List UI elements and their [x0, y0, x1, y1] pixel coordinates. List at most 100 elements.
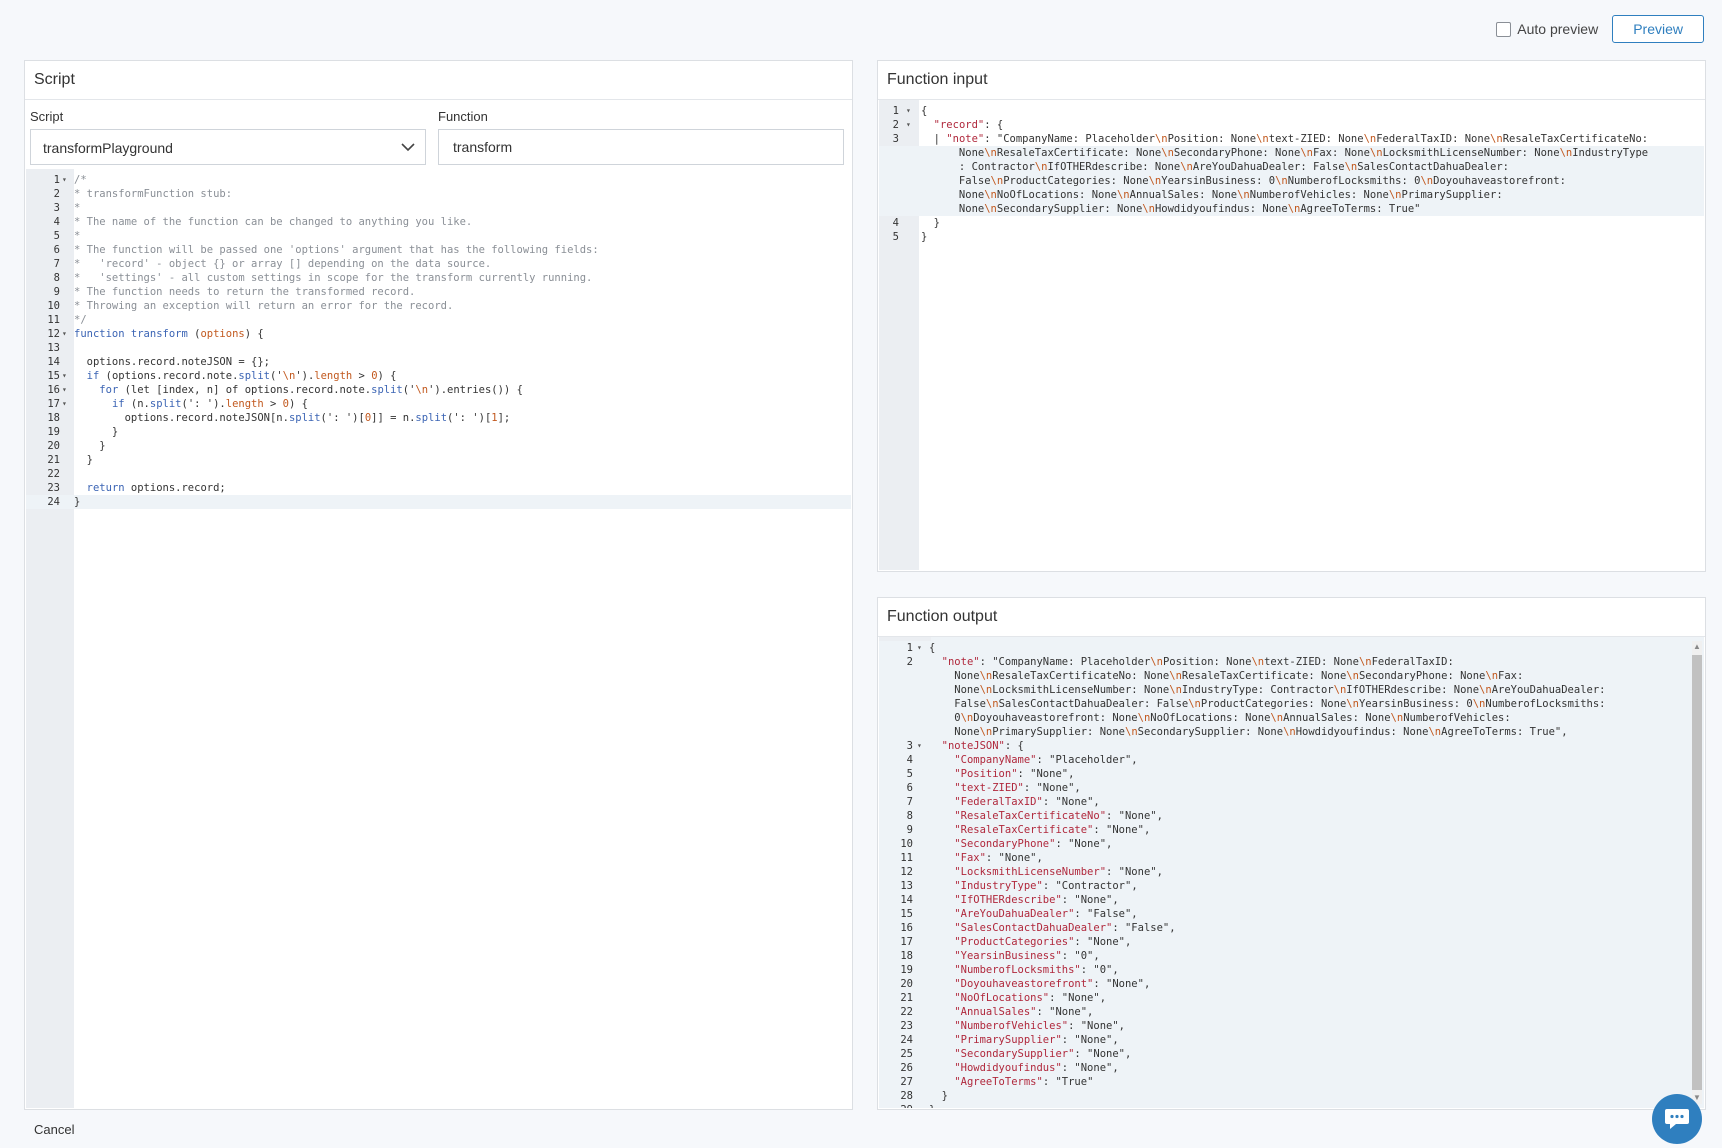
function-output-title: Function output: [878, 598, 1705, 637]
line-number: 4: [906, 754, 913, 766]
line-number: 22: [47, 468, 60, 480]
code-line: 1 ▾ /*: [26, 173, 851, 187]
preview-button[interactable]: Preview: [1612, 15, 1704, 43]
line-number: 2: [53, 188, 60, 200]
line-number: 21: [47, 454, 60, 466]
scrollbar-thumb[interactable]: [1692, 655, 1702, 1090]
code-text: "text-ZIED": "None",: [954, 782, 1081, 794]
auto-preview-checkbox[interactable]: [1496, 21, 1512, 37]
function-name-input[interactable]: [438, 129, 844, 165]
code-line: 16 ▾ for (let [index, n] of options.recor…: [26, 383, 851, 397]
code-text: }: [74, 496, 81, 508]
code-text: "SalesContactDahuaDealer": "False",: [954, 922, 1176, 934]
line-number: 1: [892, 105, 899, 117]
fold-toggle-icon[interactable]: ▾: [62, 369, 67, 383]
code-text: "SecondaryPhone": "None",: [954, 838, 1113, 850]
code-line: 5 "Position": "None",: [879, 767, 1704, 781]
fold-toggle-icon[interactable]: ▾: [62, 327, 67, 341]
fold-toggle-icon[interactable]: ▾: [62, 383, 67, 397]
code-text: }: [74, 440, 106, 452]
code-text: "Doyouhaveastorefront": "None",: [954, 978, 1151, 990]
line-number: 3: [892, 133, 899, 145]
code-line: 12 "LocksmithLicenseNumber": "None",: [879, 865, 1704, 879]
function-input-panel: Function input 1 ▾{2 ▾ "record": {3 | "not…: [877, 60, 1706, 572]
code-line: False\nSalesContactDahuaDealer: False\nP…: [879, 697, 1704, 711]
chat-widget-button[interactable]: [1652, 1094, 1702, 1144]
code-text: : Contractor\nIfOTHERdescribe: None\nAre…: [921, 161, 1509, 173]
code-line: 5}: [879, 230, 1704, 244]
code-text: "AreYouDahuaDealer": "False",: [954, 908, 1138, 920]
code-line: 25 "SecondarySupplier": "None",: [879, 1047, 1704, 1061]
code-line: 3 ▾ "noteJSON": {: [879, 739, 1704, 753]
fold-toggle-icon[interactable]: ▾: [917, 739, 922, 753]
function-field-label: Function: [438, 109, 488, 124]
fold-toggle-icon[interactable]: ▾: [906, 118, 911, 132]
fold-toggle-icon[interactable]: ▾: [906, 104, 911, 118]
function-output-panel: Function output 1 ▾ {2 "note": "CompanyNam…: [877, 597, 1706, 1110]
fold-toggle-icon[interactable]: ▾: [62, 397, 67, 411]
line-number: 29: [879, 1103, 913, 1108]
code-line: 8 "ResaleTaxCertificateNo": "None",: [879, 809, 1704, 823]
fold-toggle-icon[interactable]: ▾: [917, 641, 922, 655]
line-number: 5: [906, 768, 913, 780]
scroll-up-arrow-icon[interactable]: ▲: [1692, 641, 1702, 653]
code-text: "ProductCategories": "None",: [954, 936, 1132, 948]
line-number: 6: [906, 782, 913, 794]
code-line: 16 "SalesContactDahuaDealer": "False",: [879, 921, 1704, 935]
cancel-button[interactable]: Cancel: [34, 1122, 74, 1137]
code-line: 9 "ResaleTaxCertificate": "None",: [879, 823, 1704, 837]
code-line: 23 "NumberofVehicles": "None",: [879, 1019, 1704, 1033]
function-output-editor[interactable]: 1 ▾ {2 "note": "CompanyName: Placeholder\n…: [879, 637, 1704, 1108]
code-line: 12 ▾ function transform (options) {: [26, 327, 851, 341]
chat-bubble-icon: [1665, 1109, 1689, 1129]
code-text: "SecondarySupplier": "None",: [954, 1048, 1132, 1060]
code-line: 17 "ProductCategories": "None",: [879, 935, 1704, 949]
code-line: 19 "NumberofLocksmiths": "0",: [879, 963, 1704, 977]
code-text: * The function will be passed one 'optio…: [74, 244, 599, 256]
code-text: * Throwing an exception will return an e…: [74, 300, 454, 312]
script-select-value: transformPlayground: [43, 140, 173, 156]
code-text: options.record.noteJSON[n.split(': ')[0]…: [74, 412, 511, 424]
code-line: 15 ▾ if (options.record.note.split('\n').…: [26, 369, 851, 383]
script-select[interactable]: transformPlayground: [30, 129, 426, 165]
code-line: 19 }: [26, 425, 851, 439]
line-number: 7: [906, 796, 913, 808]
line-number: 8: [53, 272, 60, 284]
code-text: }: [921, 231, 928, 243]
code-text: "NumberofLocksmiths": "0",: [954, 964, 1119, 976]
line-number: 14: [900, 894, 913, 906]
code-line: 7 * 'record' - object {} or array [] depe…: [26, 257, 851, 271]
code-text: * The name of the function can be change…: [74, 216, 473, 228]
line-number: 12: [47, 328, 60, 340]
script-panel-title: Script: [25, 61, 852, 100]
auto-preview-toggle[interactable]: Auto preview: [1496, 21, 1598, 37]
code-text: }: [921, 217, 940, 229]
code-lines: 1 ▾/* 2 * transformFunction stub: 3 * 4 * The n…: [26, 173, 851, 509]
code-line: 4 "CompanyName": "Placeholder",: [879, 753, 1704, 767]
line-number: 21: [900, 992, 913, 1004]
code-line: None\nLocksmithLicenseNumber: None\nIndu…: [879, 683, 1704, 697]
code-text: "AnnualSales": "None",: [954, 1006, 1094, 1018]
code-line: None\nNoOfLocations: None\nAnnualSales: …: [879, 188, 1704, 202]
code-line: 3 | "note": "CompanyName: Placeholder\nP…: [879, 132, 1704, 146]
line-number: 14: [47, 356, 60, 368]
code-line: None\nResaleTaxCertificate: None\nSecond…: [879, 146, 1704, 160]
fold-toggle-icon[interactable]: ▾: [62, 173, 67, 187]
code-text: "record": {: [933, 119, 1004, 131]
script-code-editor[interactable]: 1 ▾/* 2 * transformFunction stub: 3 * 4 * The n…: [26, 169, 851, 1108]
function-input-editor[interactable]: 1 ▾{2 ▾ "record": {3 | "note": "CompanyNam…: [879, 100, 1704, 570]
code-text: "noteJSON": {: [941, 740, 1024, 752]
code-lines: 1 ▾{2 ▾ "record": {3 | "note": "CompanyNam…: [879, 104, 1704, 244]
line-number: 11: [47, 314, 60, 326]
code-line: 20 "Doyouhaveastorefront": "None",: [879, 977, 1704, 991]
code-text: }: [74, 454, 93, 466]
line-number: 12: [900, 866, 913, 878]
code-text: {: [921, 105, 928, 117]
code-line: 1 ▾ {: [879, 641, 1704, 655]
line-number: 23: [900, 1020, 913, 1032]
code-line: 21 "NoOfLocations": "None",: [879, 991, 1704, 1005]
code-line: 5 *: [26, 229, 851, 243]
line-number: 6: [53, 244, 60, 256]
code-line: 22 "AnnualSales": "None",: [879, 1005, 1704, 1019]
vertical-scrollbar[interactable]: ▲ ▼: [1692, 641, 1702, 1104]
